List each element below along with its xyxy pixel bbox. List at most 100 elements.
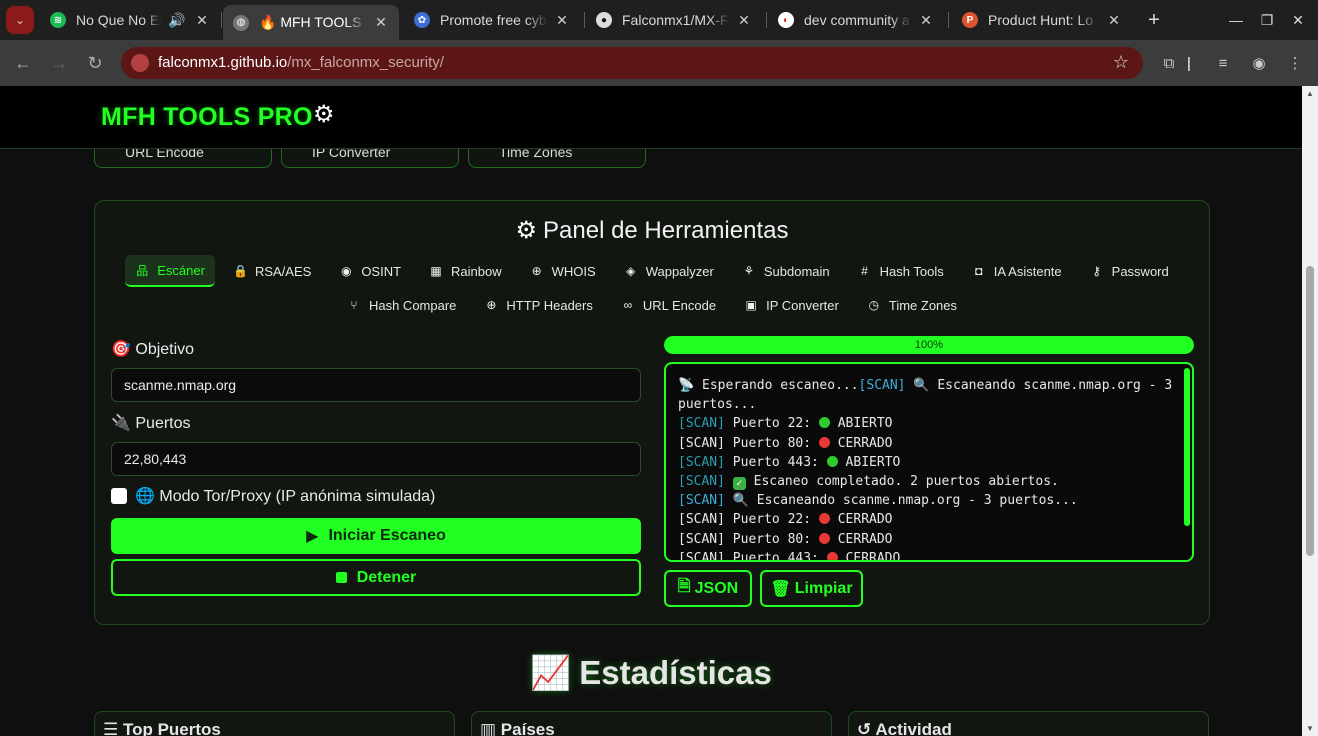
tab-label: 🔥 MFH TOOLS PRO (259, 14, 367, 30)
scroll-down-arrow-icon[interactable]: ▼ (1305, 724, 1315, 733)
link-icon: ∞ (623, 298, 633, 312)
export-json-button[interactable]: 🗎 JSON (664, 570, 752, 607)
start-scan-label: Iniciar Escaneo (328, 527, 446, 544)
tool-tab-hash-compare[interactable]: ⑂ Hash Compare (337, 289, 466, 321)
scroll-thumb[interactable] (1306, 266, 1314, 556)
sitemap-icon: ⚘ (743, 264, 755, 278)
console-text: CERRADO (829, 435, 893, 451)
close-tab-icon[interactable]: ✕ (736, 12, 752, 29)
globe-icon: ◍ (233, 14, 249, 31)
site-info-icon[interactable] (131, 54, 149, 72)
console-line: [SCAN] ✓ Escaneo completado. 2 puertos a… (678, 472, 1174, 491)
console-scrollbar[interactable] (1184, 368, 1190, 526)
tool-tab-password[interactable]: ⚷ Password (1080, 255, 1179, 287)
tool-tab-osint[interactable]: ◉ OSINT (329, 255, 411, 287)
tool-tab-url-encode[interactable]: ∞ URL Encode (611, 289, 726, 321)
stop-scan-button[interactable]: Detener (111, 559, 641, 596)
tool-tab-subdomain[interactable]: ⚘ Subdomain (732, 255, 840, 287)
tool-tab-label: RSA/AES (254, 263, 312, 279)
tool-tab-label: URL Encode (642, 297, 717, 313)
dev-community-icon: ◐ (778, 12, 794, 28)
forward-icon[interactable]: → (48, 52, 70, 74)
start-scan-button[interactable]: ▶ Iniciar Escaneo (111, 518, 641, 554)
browser-tabstrip: ⌄ ≋ No Que No Es 🔊 ✕ ◍ 🔥 MFH TOOLS PRO ✕… (0, 0, 1318, 40)
close-tab-icon[interactable]: ✕ (373, 14, 389, 31)
ports-input[interactable]: 22,80,443 (111, 442, 641, 476)
tool-tab-rsa-aes[interactable]: 🔒 RSA/AES (223, 255, 321, 287)
tool-tab-whois[interactable]: ⊕ WHOIS (520, 255, 606, 287)
site-header: MFH TOOLS PRO ⚙ (0, 86, 1302, 149)
tool-tab-label: IA Asistente (993, 263, 1062, 279)
url-path: /mx_falconmx_security/ (287, 54, 444, 71)
tool-tab-wappalyzer[interactable]: ◈ Wappalyzer (614, 255, 724, 287)
browser-tab-product-hunt[interactable]: P Product Hunt: Lo ✕ (952, 6, 1132, 34)
card-title-text: Países (500, 720, 555, 736)
browser-tab-promote[interactable]: ✿ Promote free cyb ✕ (404, 6, 580, 34)
activity-title: ↺ Actividad (857, 720, 952, 736)
media-queue-icon[interactable]: ≡ (1213, 53, 1233, 73)
bookmark-star-icon[interactable]: ☆ (1113, 52, 1129, 73)
browser-tab-spotify[interactable]: ≋ No Que No Es 🔊 ✕ (40, 6, 220, 34)
close-tab-icon[interactable]: ✕ (1106, 12, 1122, 29)
lock-icon: 🔒 (232, 264, 248, 278)
tool-tab-label: HTTP Headers (506, 297, 593, 313)
tool-tab-ia-asistente[interactable]: ◘ IA Asistente (962, 255, 1072, 287)
close-tab-icon[interactable]: ✕ (554, 12, 570, 29)
page-scrollbar[interactable]: ▲ ▼ (1302, 86, 1318, 736)
restore-icon[interactable]: ❐ (1257, 10, 1277, 30)
console-text: Puerto 22: (724, 512, 819, 528)
console-text: Puerto 80: (724, 435, 819, 451)
browser-menu-icon[interactable]: ⋮ (1285, 53, 1305, 73)
tool-tab-esc-ner[interactable]: 品 Escáner (125, 255, 215, 287)
red-circle-icon (818, 436, 830, 448)
scan-console[interactable]: 📡 Esperando escaneo...[SCAN] 🔍 Escaneand… (664, 362, 1194, 562)
reload-icon[interactable]: ↻ (84, 52, 106, 74)
tool-tab-ip-converter[interactable]: ▣ IP Converter (734, 289, 849, 321)
address-bar[interactable]: falconmx1.github.io/mx_falconmx_security… (121, 47, 1143, 79)
scroll-up-arrow-icon[interactable]: ▲ (1305, 89, 1315, 98)
tool-tab-time-zones[interactable]: ◷ Time Zones (857, 289, 967, 321)
tool-tabs-row-1: 品 Escáner 🔒 RSA/AES ◉ OSINT ▦ Rainbow ⊕ WHOIS ◈ Wap… (95, 255, 1209, 287)
browser-tab-mfh-tools[interactable]: ◍ 🔥 MFH TOOLS PRO ✕ (223, 5, 399, 40)
brand-title[interactable]: MFH TOOLS PRO (101, 103, 313, 132)
new-tab-button[interactable]: + (1142, 8, 1166, 32)
tool-tab-hash-tools[interactable]: # Hash Tools (848, 255, 954, 287)
clear-console-button[interactable]: 🗑 Limpiar (760, 570, 863, 607)
close-window-icon[interactable]: ✕ (1288, 10, 1308, 30)
statistics-title-text: Estadísticas (579, 654, 772, 691)
browser-tab-dev-community[interactable]: ◐ dev community a ✕ (768, 6, 944, 34)
back-icon[interactable]: ← (12, 52, 34, 74)
tool-tab-rainbow[interactable]: ▦ Rainbow (419, 255, 512, 287)
stop-scan-label: Detener (356, 568, 417, 586)
console-tag: [SCAN] (678, 531, 725, 547)
console-text: CERRADO (829, 512, 893, 528)
export-json-label: JSON (694, 579, 739, 597)
close-tab-icon[interactable]: ✕ (918, 12, 934, 29)
spotify-icon: ≋ (50, 12, 66, 28)
tool-tab-http-headers[interactable]: ⊕ HTTP Headers (474, 289, 602, 321)
gear-icon[interactable]: ⚙ (313, 103, 337, 127)
console-line: [SCAN] Puerto 443: CERRADO (678, 549, 1174, 560)
close-tab-icon[interactable]: ✕ (194, 12, 210, 29)
tor-proxy-checkbox[interactable] (111, 488, 127, 504)
console-text: Puerto 22: (724, 416, 819, 432)
extensions-icon[interactable]: ⧉ (1159, 53, 1179, 73)
tab-search-button[interactable]: ⌄ (6, 6, 34, 34)
panel-title: ⚙ Panel de Herramientas (95, 216, 1209, 245)
target-label: 🎯 Objetivo (111, 341, 195, 358)
url-text: falconmx1.github.io/mx_falconmx_security… (158, 54, 444, 71)
target-input[interactable]: scanme.nmap.org (111, 368, 641, 402)
code-branch-icon: ⑂ (350, 298, 358, 312)
product-hunt-icon: P (962, 12, 978, 28)
profile-icon[interactable]: ◉ (1249, 53, 1269, 73)
minimize-icon[interactable]: — (1226, 10, 1246, 30)
console-tag: [SCAN] (678, 512, 725, 528)
panel-title-text: Panel de Herramientas (543, 217, 789, 244)
browser-tab-github[interactable]: ● Falconmx1/MX-F ✕ (586, 6, 762, 34)
countries-card: ▥ Países (471, 711, 832, 736)
console-line: [SCAN] Puerto 80: CERRADO (678, 530, 1174, 549)
speaker-icon[interactable]: 🔊 (168, 12, 185, 29)
red-circle-icon (826, 551, 838, 560)
check-mark-icon: ✓ (732, 477, 746, 491)
